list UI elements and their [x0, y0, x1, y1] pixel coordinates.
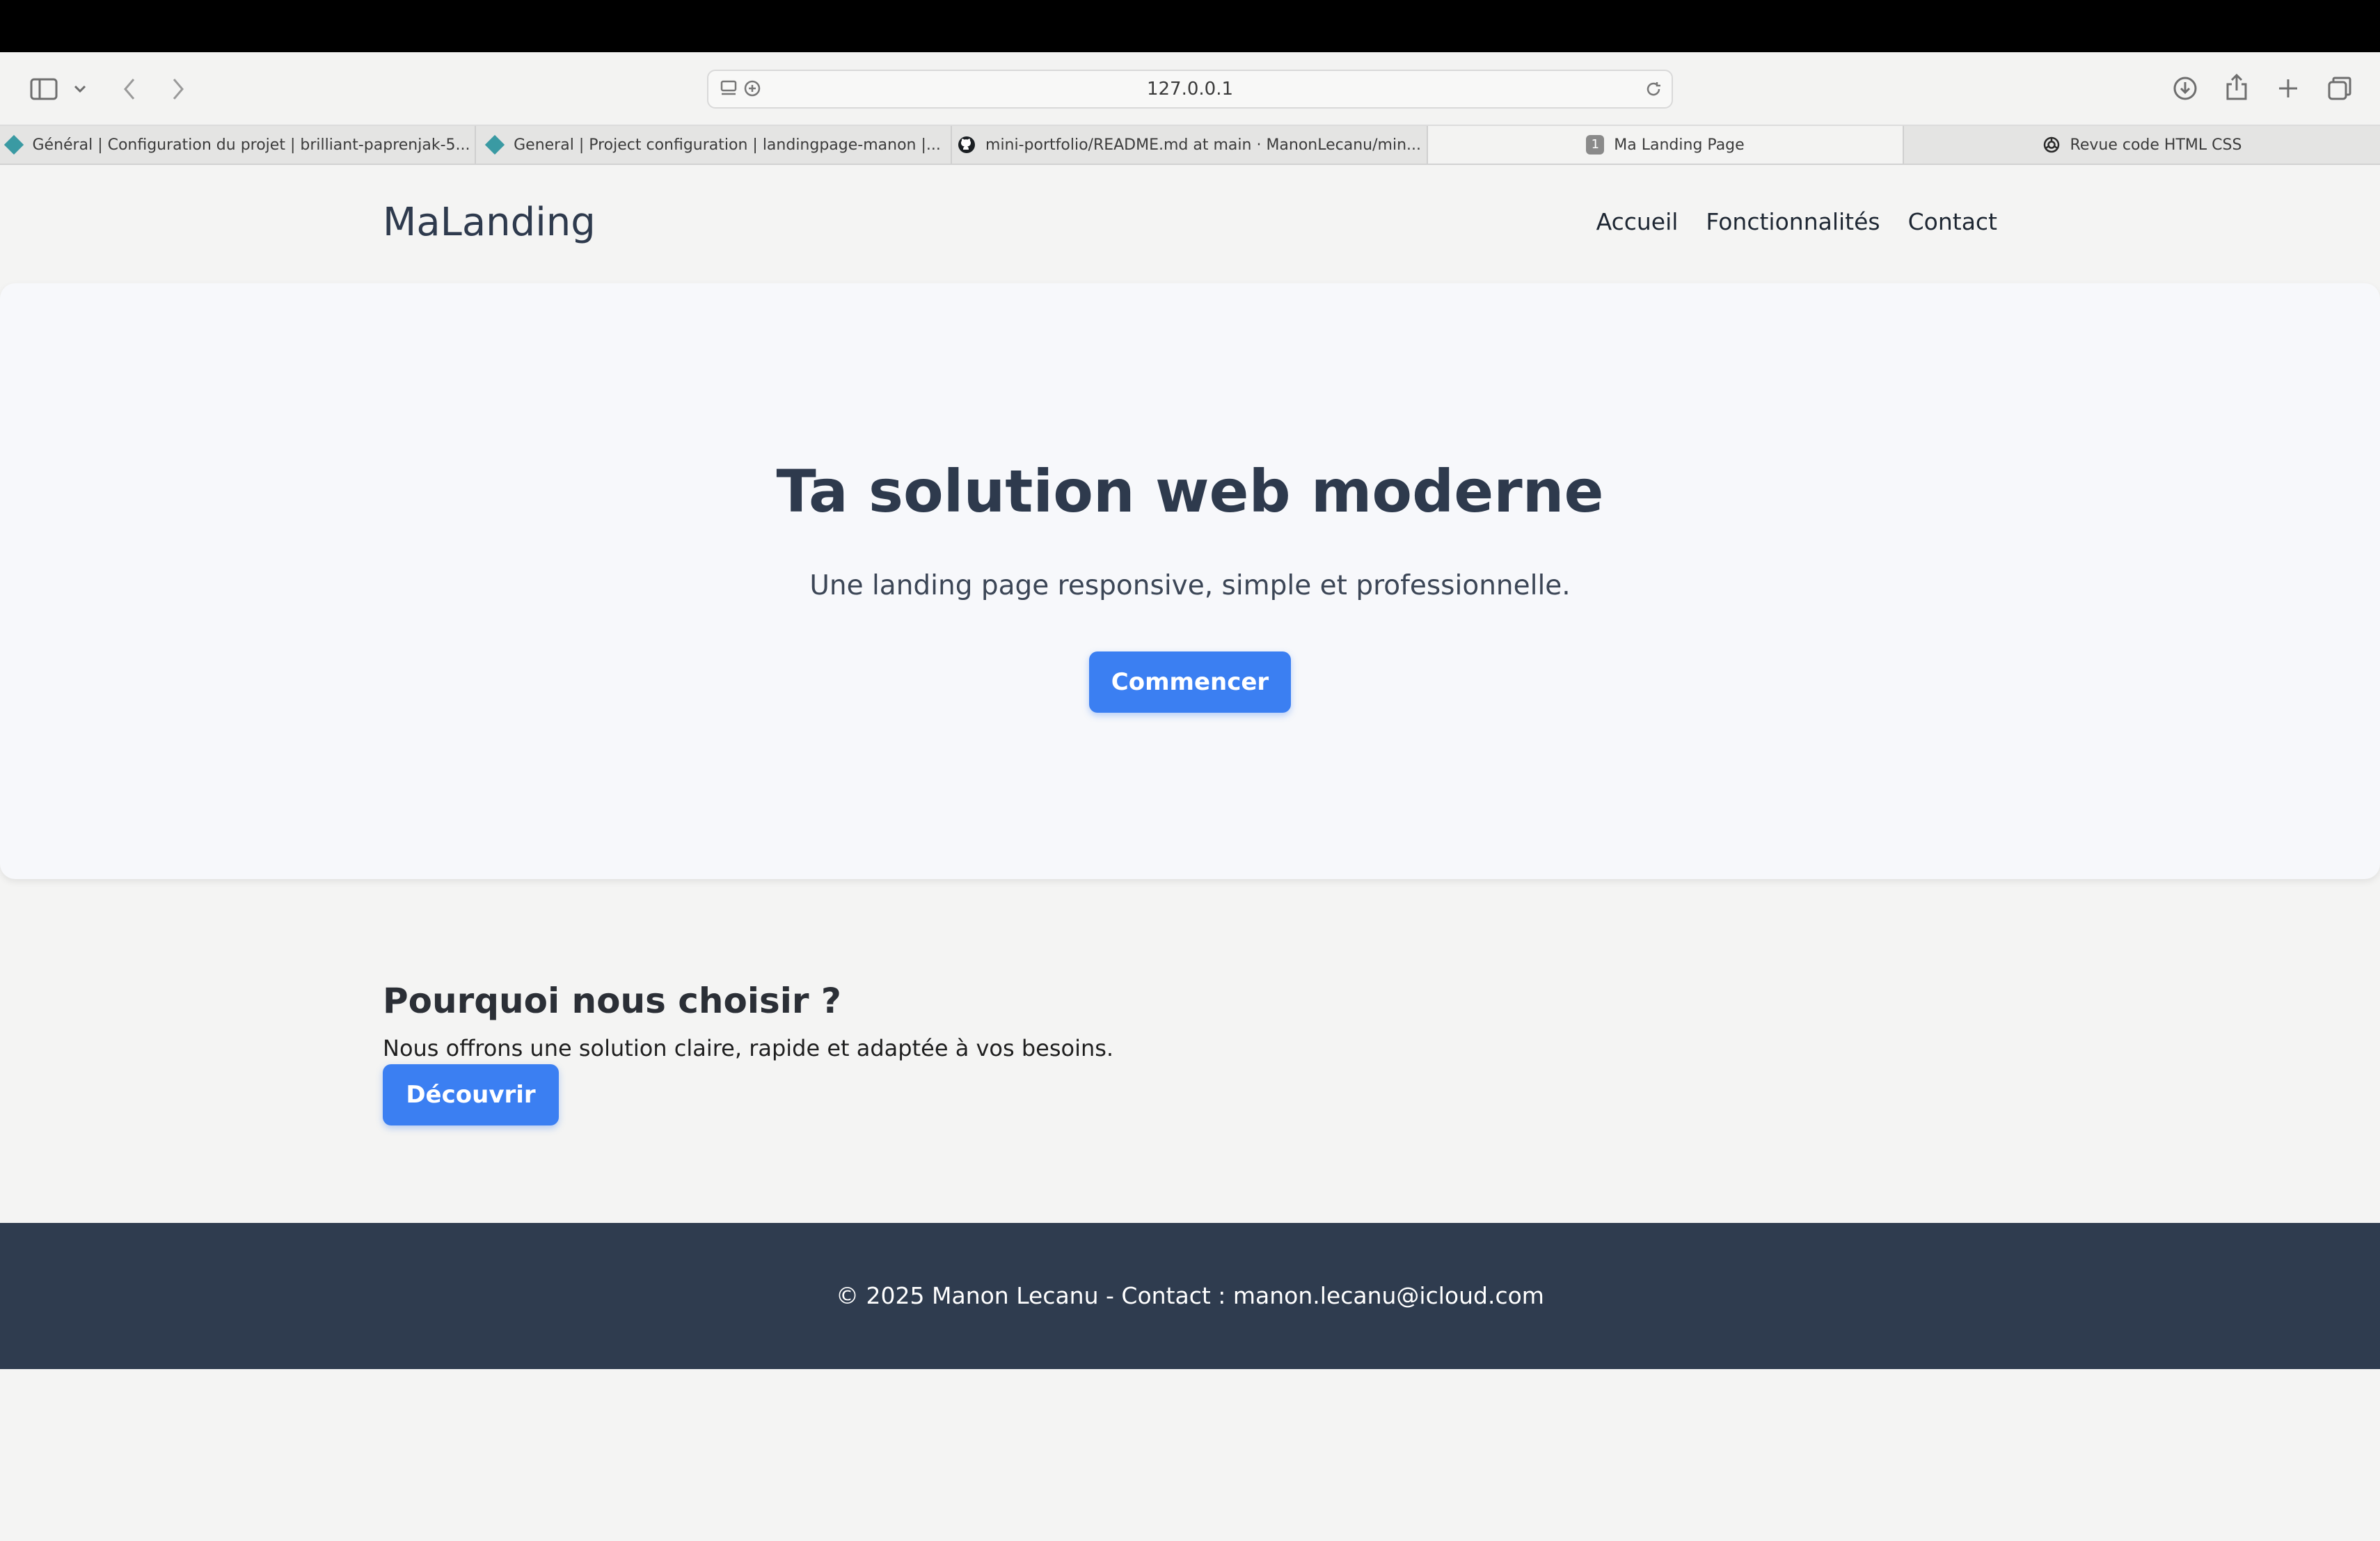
- sidebar-toggle-icon[interactable]: [26, 72, 61, 106]
- web-page: MaLanding Accueil Fonctionnalités Contac…: [0, 165, 2380, 1541]
- chatgpt-icon: [2042, 136, 2061, 154]
- tab-label: General | Project configuration | landin…: [514, 136, 941, 154]
- github-icon: [958, 136, 976, 154]
- address-text[interactable]: 127.0.0.1: [708, 71, 1672, 107]
- reload-icon[interactable]: [1642, 78, 1665, 100]
- why-title: Pourquoi nous choisir ?: [383, 981, 841, 1021]
- tab-project-config[interactable]: General | Project configuration | landin…: [476, 126, 952, 164]
- decouvrir-button[interactable]: Découvrir: [383, 1064, 559, 1125]
- back-icon[interactable]: [116, 73, 143, 105]
- tab-github-readme[interactable]: mini-portfolio/README.md at main · Manon…: [952, 126, 1428, 164]
- tab-label: Revue code HTML CSS: [2070, 136, 2242, 154]
- browser-toolbar: 127.0.0.1: [0, 52, 2380, 126]
- site-footer: © 2025 Manon Lecanu - Contact : manon.le…: [0, 1223, 2380, 1369]
- hero-section: Ta solution web moderne Une landing page…: [0, 283, 2380, 879]
- nav-link-fonctionnalites[interactable]: Fonctionnalités: [1706, 208, 1880, 235]
- tab-strip: Général | Configuration du projet | bril…: [0, 126, 2380, 165]
- new-tab-icon[interactable]: [2273, 72, 2303, 105]
- share-icon[interactable]: [2221, 69, 2252, 105]
- nav-link-contact[interactable]: Contact: [1908, 208, 1997, 235]
- tab-ma-landing-page[interactable]: 1 Ma Landing Page: [1428, 126, 1904, 164]
- screen-top-bar: [0, 0, 2380, 52]
- netlify-diamond-icon: [484, 134, 505, 155]
- netlify-diamond-icon: [3, 134, 24, 155]
- tab-revue-code[interactable]: Revue code HTML CSS: [1904, 126, 2380, 164]
- why-text: Nous offrons une solution claire, rapide…: [383, 1035, 1114, 1061]
- chevron-down-icon[interactable]: [70, 79, 90, 100]
- downloads-icon[interactable]: [2170, 72, 2200, 105]
- nav-link-accueil[interactable]: Accueil: [1596, 208, 1679, 235]
- site-logo[interactable]: MaLanding: [383, 200, 596, 245]
- tab-overview-icon[interactable]: [2324, 72, 2355, 105]
- hero-subtitle: Une landing page responsive, simple et p…: [809, 570, 1571, 601]
- address-bar[interactable]: 127.0.0.1: [707, 70, 1673, 109]
- forward-icon[interactable]: [164, 73, 192, 105]
- number-badge-icon: 1: [1586, 135, 1605, 155]
- footer-text: © 2025 Manon Lecanu - Contact : manon.le…: [836, 1282, 1544, 1309]
- site-nav: Accueil Fonctionnalités Contact: [1596, 208, 1997, 235]
- tab-label: mini-portfolio/README.md at main · Manon…: [985, 136, 1421, 154]
- tab-netlify-config[interactable]: Général | Configuration du projet | bril…: [0, 126, 476, 164]
- why-section: Pourquoi nous choisir ? Nous offrons une…: [383, 981, 1113, 1125]
- site-header: MaLanding Accueil Fonctionnalités Contac…: [0, 165, 2380, 283]
- tab-label: Ma Landing Page: [1614, 136, 1745, 154]
- tab-label: Général | Configuration du projet | bril…: [32, 136, 470, 154]
- hero-title: Ta solution web moderne: [776, 457, 1604, 525]
- commencer-button[interactable]: Commencer: [1089, 651, 1291, 713]
